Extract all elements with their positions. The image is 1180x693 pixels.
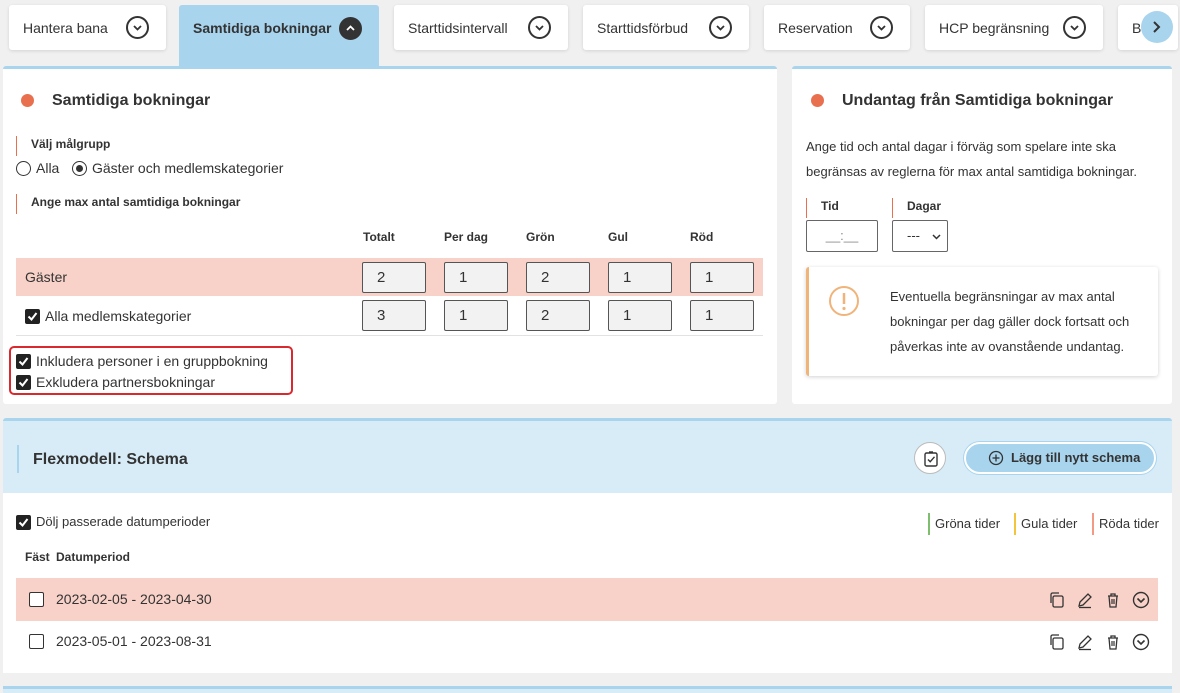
- dagar-label: Dagar: [892, 198, 941, 218]
- chevron-down-icon[interactable]: [1063, 16, 1086, 39]
- edit-icon[interactable]: [1076, 633, 1094, 651]
- legend-red: Röda tider: [1092, 513, 1159, 535]
- pin-checkbox[interactable]: [29, 592, 44, 607]
- period-date: 2023-02-05 - 2023-04-30: [56, 591, 212, 607]
- edit-icon[interactable]: [1076, 591, 1094, 609]
- chevron-down-icon[interactable]: [870, 16, 893, 39]
- chevron-down-icon[interactable]: [126, 16, 149, 39]
- max-label: Ange max antal samtidiga bokningar: [16, 194, 240, 214]
- exception-title: Undantag från Samtidiga bokningar: [842, 92, 1114, 109]
- tab-hantera-bana[interactable]: Hantera bana: [9, 5, 166, 50]
- members-gron-input[interactable]: 2: [526, 300, 590, 331]
- guests-totalt-input[interactable]: 2: [362, 262, 426, 293]
- chevron-down-icon[interactable]: [1132, 591, 1150, 609]
- row-actions: [1042, 633, 1150, 654]
- status-dot: [811, 94, 824, 107]
- row-actions: [1042, 591, 1150, 612]
- chevron-down-icon[interactable]: [1132, 633, 1150, 651]
- clipboard-check-icon: [924, 451, 938, 467]
- tab-reservation[interactable]: Reservation: [764, 5, 910, 50]
- col-fast: Fäst: [25, 550, 50, 564]
- row-label-guests: Gäster: [25, 269, 68, 285]
- row-label-members: Alla medlemskategorier: [45, 308, 192, 324]
- add-schema-button[interactable]: Lägg till nytt schema: [964, 442, 1156, 474]
- tab-label: HCP begränsning: [939, 19, 1050, 36]
- card-title: Samtidiga bokningar: [52, 92, 211, 109]
- tab-bar: Hantera bana Samtidiga bokningar Startti…: [0, 0, 1180, 66]
- radio-guests-label: Gäster och medlemskategorier: [92, 160, 284, 176]
- pin-checkbox[interactable]: [29, 634, 44, 649]
- period-date: 2023-05-01 - 2023-08-31: [56, 633, 212, 649]
- tab-samtidiga-bokningar[interactable]: Samtidiga bokningar: [179, 5, 379, 66]
- chevron-down-icon: [932, 234, 941, 240]
- info-box: Eventuella begränsningar av max antal bo…: [806, 267, 1158, 376]
- copy-icon[interactable]: [1048, 591, 1066, 609]
- chevron-up-icon[interactable]: [339, 17, 362, 40]
- legend-green: Gröna tider: [928, 513, 1000, 535]
- flex-title: Flexmodell: Schema: [33, 451, 188, 468]
- tab-hcp-begransning[interactable]: HCP begränsning: [925, 5, 1103, 50]
- hide-past-checkbox[interactable]: [16, 515, 31, 530]
- divider: [16, 335, 763, 336]
- dagar-select[interactable]: ---: [892, 220, 948, 252]
- trash-icon[interactable]: [1104, 591, 1122, 609]
- guests-gul-input[interactable]: 1: [608, 262, 672, 293]
- chevron-down-icon[interactable]: [709, 16, 732, 39]
- dagar-select-value: ---: [907, 228, 920, 243]
- tab-label: Starttidsintervall: [408, 19, 508, 36]
- members-gul-input[interactable]: 1: [608, 300, 672, 331]
- radio-guests-members[interactable]: [72, 161, 87, 176]
- chevron-right-icon[interactable]: [1141, 11, 1173, 43]
- tab-label: B: [1132, 19, 1142, 36]
- include-group-label: Inkludera personer i en gruppbokning: [36, 353, 268, 369]
- col-datumperiod: Datumperiod: [56, 550, 131, 564]
- tab-starttidsforbud[interactable]: Starttidsförbud: [583, 5, 749, 50]
- status-dot: [21, 94, 34, 107]
- members-totalt-input[interactable]: 3: [362, 300, 426, 331]
- members-checkbox[interactable]: [25, 309, 40, 324]
- tab-label: Reservation: [778, 19, 853, 36]
- members-per-dag-input[interactable]: 1: [444, 300, 508, 331]
- col-gul: Gul: [608, 230, 628, 244]
- target-group-label: Välj målgrupp: [16, 136, 110, 156]
- tid-label: Tid: [806, 198, 839, 218]
- guests-per-dag-input[interactable]: 1: [444, 262, 508, 293]
- copy-icon[interactable]: [1048, 633, 1066, 651]
- tab-label: Starttidsförbud: [597, 19, 689, 36]
- include-group-checkbox[interactable]: [16, 354, 31, 369]
- next-section-header: [3, 686, 1172, 693]
- trash-icon[interactable]: [1104, 633, 1122, 651]
- col-rod: Röd: [690, 230, 714, 244]
- col-gron: Grön: [526, 230, 555, 244]
- guests-rod-input[interactable]: 1: [690, 262, 754, 293]
- table-row[interactable]: 2023-05-01 - 2023-08-31: [16, 620, 1158, 663]
- check-list-button[interactable]: [914, 442, 946, 474]
- warning-icon: [829, 286, 859, 316]
- radio-all-label: Alla: [36, 160, 60, 176]
- tab-label: Samtidiga bokningar: [193, 20, 332, 36]
- exception-description: Ange tid och antal dagar i förväg som sp…: [806, 139, 1137, 179]
- col-totalt: Totalt: [363, 230, 395, 244]
- exclude-partner-checkbox[interactable]: [16, 375, 31, 390]
- radio-all[interactable]: [16, 161, 31, 176]
- col-per-dag: Per dag: [444, 230, 489, 244]
- exclude-partner-label: Exkludera partnersbokningar: [36, 374, 215, 390]
- guests-gron-input[interactable]: 2: [526, 262, 590, 293]
- info-text: Eventuella begränsningar av max antal bo…: [890, 289, 1130, 354]
- chevron-down-icon[interactable]: [528, 16, 551, 39]
- members-rod-input[interactable]: 1: [690, 300, 754, 331]
- plus-circle-icon: [988, 450, 1004, 466]
- tab-starttidsintervall[interactable]: Starttidsintervall: [394, 5, 568, 50]
- accent-bar: [17, 445, 19, 473]
- add-schema-label: Lägg till nytt schema: [1011, 450, 1141, 465]
- tab-label: Hantera bana: [23, 19, 108, 36]
- legend-yellow: Gula tider: [1014, 513, 1077, 535]
- table-row[interactable]: 2023-02-05 - 2023-04-30: [16, 578, 1158, 621]
- tid-input[interactable]: __:__: [806, 220, 878, 252]
- hide-past-label: Dölj passerade datumperioder: [36, 514, 211, 529]
